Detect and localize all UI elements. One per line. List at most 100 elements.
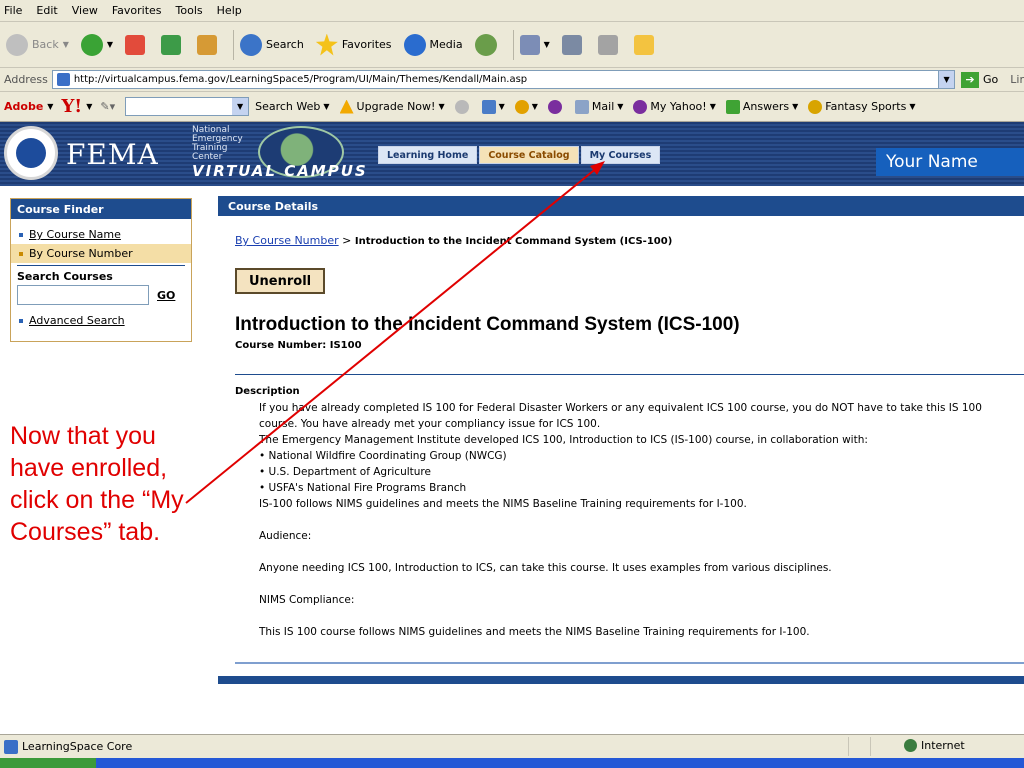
fantasy-sports-link[interactable]: Fantasy Sports ▼ — [808, 99, 916, 114]
tab-my-courses[interactable]: My Courses — [580, 146, 661, 164]
back-button[interactable]: Back ▼ — [6, 33, 69, 56]
media-icon — [403, 33, 426, 56]
start-button[interactable] — [0, 758, 96, 768]
course-finder-title: Course Finder — [11, 199, 191, 219]
menu-tools[interactable]: Tools — [176, 4, 203, 17]
toolbar-divider — [233, 29, 235, 60]
by-course-name-link[interactable]: By Course Name — [29, 228, 121, 241]
answers-label: Answers — [742, 100, 790, 113]
my-yahoo-icon — [633, 99, 648, 114]
search-web-button[interactable]: Search Web ▼ — [255, 100, 329, 113]
yahoo-logo[interactable]: Y! — [61, 96, 82, 117]
description-line: The Emergency Management Institute devel… — [259, 434, 868, 446]
mail-button[interactable]: ▼ — [519, 34, 550, 55]
my-yahoo-link[interactable]: My Yahoo! ▼ — [633, 99, 716, 114]
mail-link[interactable]: Mail ▼ — [574, 99, 623, 114]
description-text: If you have already completed IS 100 for… — [259, 400, 1024, 640]
breadcrumb-link[interactable]: By Course Number — [235, 234, 339, 247]
bookmark-button[interactable]: ▼ — [481, 99, 505, 114]
go-arrow-icon: ➔ — [961, 71, 980, 88]
status-cells — [848, 737, 892, 756]
folder-button[interactable] — [633, 34, 658, 55]
menu-favorites[interactable]: Favorites — [112, 4, 162, 17]
advanced-search-link[interactable]: Advanced Search — [29, 314, 125, 327]
search-courses-input[interactable] — [17, 285, 149, 305]
menu-bar: File Edit View Favorites Tools Help — [0, 0, 1024, 22]
emi-text: National Emergency Training Center — [192, 126, 243, 162]
history-button[interactable] — [474, 33, 501, 56]
search-row: GO — [11, 285, 191, 305]
menu-file[interactable]: File — [4, 4, 22, 17]
course-details-bar: Course Details — [218, 196, 1024, 216]
description-line: • National Wildfire Coordinating Group (… — [259, 450, 507, 462]
search-icon — [240, 33, 263, 56]
edit-button[interactable] — [597, 34, 622, 55]
description-line: • U.S. Department of Agriculture — [259, 466, 431, 478]
yahoo-search-input[interactable]: ▼ — [125, 97, 250, 116]
highlighter-button[interactable] — [454, 99, 472, 114]
media-button[interactable]: Media — [403, 33, 463, 56]
home-icon — [197, 34, 218, 55]
forward-button[interactable]: ▼ — [80, 33, 113, 56]
adobe-button[interactable]: Adobe — [4, 100, 43, 113]
sidebar-item-by-course-number[interactable]: By Course Number — [11, 244, 191, 263]
go-button[interactable]: ➔ Go — [961, 71, 998, 88]
emi-line: Center — [192, 152, 223, 162]
unenroll-button[interactable]: Unenroll — [235, 268, 326, 294]
back-arrow-icon — [6, 33, 28, 56]
refresh-icon — [161, 34, 182, 55]
description-line: If you have already completed IS 100 for… — [259, 402, 982, 414]
sidebar-item-by-course-name[interactable]: By Course Name — [11, 225, 191, 244]
course-details-content: By Course Number > Introduction to the I… — [218, 216, 1024, 676]
chevron-down-icon[interactable]: ▼ — [938, 71, 955, 88]
course-title: Introduction to the Incident Command Sys… — [235, 314, 740, 335]
by-course-number-label: By Course Number — [29, 247, 133, 260]
games-icon — [514, 99, 529, 114]
stop-button[interactable] — [125, 34, 149, 55]
answers-icon — [725, 99, 740, 114]
favorites-button[interactable]: Favorites — [315, 33, 392, 56]
printer-icon — [561, 34, 582, 55]
menu-edit[interactable]: Edit — [36, 4, 57, 17]
breadcrumb-separator: > — [338, 234, 355, 247]
home-button[interactable] — [197, 34, 221, 55]
upgrade-button[interactable]: Upgrade Now! ▼ — [339, 99, 445, 114]
page-icon — [4, 739, 18, 754]
warning-icon — [339, 99, 354, 114]
globe-icon — [904, 739, 917, 752]
bookmark-icon — [481, 99, 496, 114]
history-icon — [474, 33, 497, 56]
menu-view[interactable]: View — [72, 4, 98, 17]
links-label[interactable]: Lir — [1010, 73, 1024, 86]
content-bottom-band — [218, 676, 1024, 684]
status-bar: LearningSpace Core Internet — [0, 734, 1024, 758]
forward-arrow-icon — [80, 33, 103, 56]
answers-link[interactable]: Answers ▼ — [725, 99, 798, 114]
divider — [235, 374, 1024, 375]
tab-course-catalog[interactable]: Course Catalog — [479, 146, 579, 164]
tab-learning-home[interactable]: Learning Home — [378, 146, 478, 164]
bullet-icon — [19, 232, 23, 237]
description-heading: Description — [235, 386, 300, 397]
pencil-icon[interactable]: ✎▾ — [100, 100, 115, 113]
messenger-button[interactable] — [547, 99, 565, 114]
nims-text: This IS 100 course follows NIMS guidelin… — [259, 626, 810, 638]
games-button[interactable]: ▼ — [514, 99, 538, 114]
print-button[interactable] — [561, 34, 586, 55]
messenger-icon — [547, 99, 562, 114]
address-bar: Address http://virtualcampus.fema.gov/Le… — [0, 68, 1024, 92]
fantasy-sports-label: Fantasy Sports — [825, 100, 907, 113]
bullet-icon — [19, 251, 23, 256]
go-link[interactable]: GO — [157, 289, 175, 302]
refresh-button[interactable] — [161, 34, 185, 55]
trophy-icon — [808, 99, 823, 114]
virtual-campus-text: VIRTUAL CAMPUS — [192, 162, 368, 180]
chevron-down-icon[interactable]: ▼ — [232, 98, 249, 115]
address-input[interactable]: http://virtualcampus.fema.gov/LearningSp… — [51, 70, 956, 89]
breadcrumb-current: Introduction to the Incident Command Sys… — [354, 236, 673, 247]
nims-label: NIMS Compliance: — [259, 594, 355, 606]
sidebar-item-advanced-search[interactable]: Advanced Search — [11, 311, 191, 330]
menu-help[interactable]: Help — [217, 4, 242, 17]
search-button[interactable]: Search — [240, 33, 304, 56]
highlighter-icon — [454, 99, 469, 114]
